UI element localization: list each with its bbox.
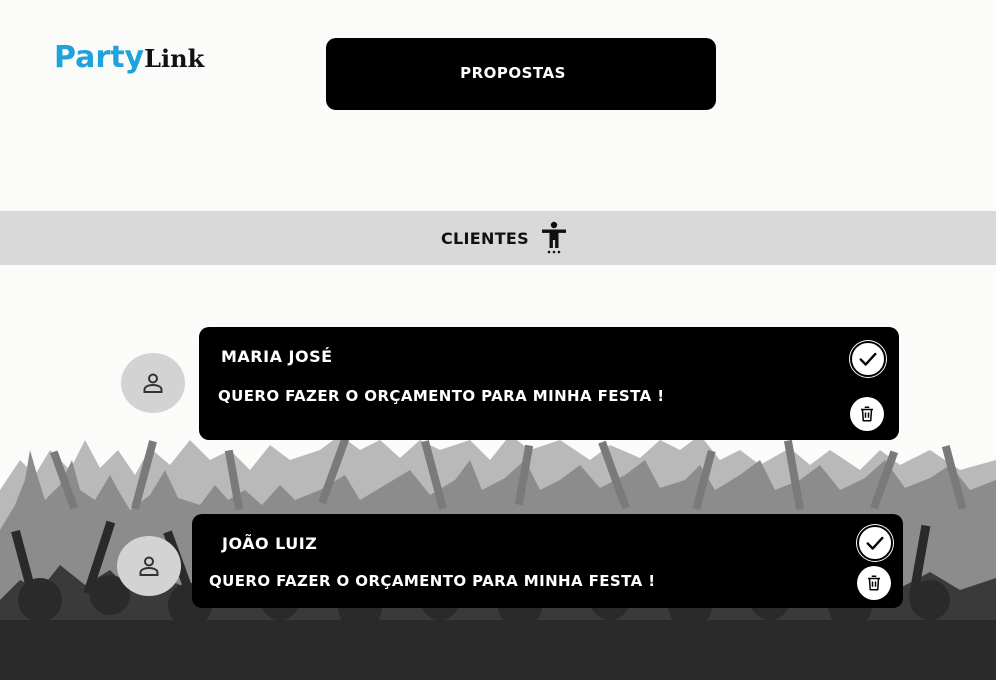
proposal-card: MARIA JOSÉ QUERO FAZER O ORÇAMENTO PARA …	[199, 327, 899, 440]
proposal-card: JOÃO LUIZ QUERO FAZER O ORÇAMENTO PARA M…	[192, 514, 903, 608]
avatar	[117, 536, 181, 596]
partylink-logo[interactable]: PartyLink	[54, 40, 204, 75]
delete-button[interactable]	[857, 566, 891, 600]
proposal-message: QUERO FAZER O ORÇAMENTO PARA MINHA FESTA…	[218, 387, 665, 405]
check-icon	[866, 536, 884, 550]
trash-icon	[861, 406, 873, 422]
trash-icon	[868, 575, 880, 591]
section-title: CLIENTES	[441, 228, 529, 248]
person-icon	[139, 556, 159, 576]
delete-button[interactable]	[850, 397, 884, 431]
person-icon	[143, 373, 163, 393]
proposal-message: QUERO FAZER O ORÇAMENTO PARA MINHA FESTA…	[209, 572, 656, 590]
accept-button[interactable]	[850, 341, 886, 377]
propostas-tab-button[interactable]: PROPOSTAS	[326, 38, 716, 110]
logo-link-text: Link	[144, 44, 205, 73]
check-icon	[859, 352, 877, 366]
accessibility-person-icon	[541, 221, 566, 254]
avatar	[121, 353, 185, 413]
client-name: MARIA JOSÉ	[221, 347, 333, 366]
clientes-section-header: CLIENTES	[0, 211, 996, 265]
logo-party-text: Party	[54, 40, 145, 75]
client-name: JOÃO LUIZ	[222, 534, 318, 553]
page: PartyLink PROPOSTAS CLIENTES MARIA JOSÉ …	[0, 0, 996, 680]
accept-button[interactable]	[857, 525, 893, 561]
